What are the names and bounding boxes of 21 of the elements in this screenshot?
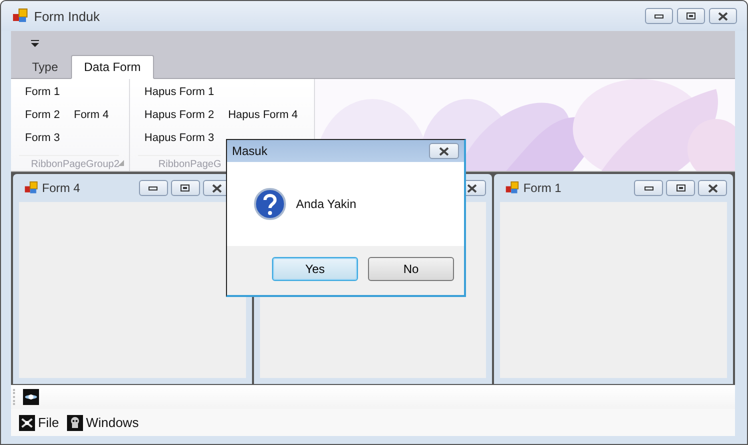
- dialog-button[interactable]: No: [368, 256, 454, 280]
- ribbon-item[interactable]: Form 4: [72, 107, 111, 123]
- dialog-title: Masuk: [232, 144, 268, 158]
- ribbon-item[interactable]: Hapus Form 4: [226, 107, 300, 123]
- window-title: Form 4: [42, 181, 80, 195]
- ribbon-item[interactable]: Form 2: [23, 106, 62, 123]
- dialog-message: Anda Yakin: [296, 197, 356, 211]
- dialog-button[interactable]: Yes: [272, 256, 358, 280]
- window-title: Form Induk: [34, 8, 100, 24]
- ribbon-item[interactable]: Hapus Form 1: [142, 84, 216, 100]
- ribbon-item[interactable]: Form 3: [23, 130, 62, 146]
- ribbon-tab[interactable]: Data Form: [71, 55, 154, 79]
- ribbon-item[interactable]: Form 1: [23, 84, 62, 100]
- group-caption: RibbonPageG: [138, 155, 222, 170]
- ribbon-item[interactable]: Hapus Form 3: [142, 130, 216, 146]
- window-title: Form 1: [523, 181, 562, 195]
- ribbon-item[interactable]: Hapus Form 2: [142, 106, 216, 123]
- menu-item[interactable]: File: [19, 414, 59, 430]
- menu-item[interactable]: Windows: [66, 414, 139, 430]
- ribbon-tab[interactable]: Type: [19, 55, 72, 79]
- group-caption: RibbonPageGroup2: [19, 155, 120, 170]
